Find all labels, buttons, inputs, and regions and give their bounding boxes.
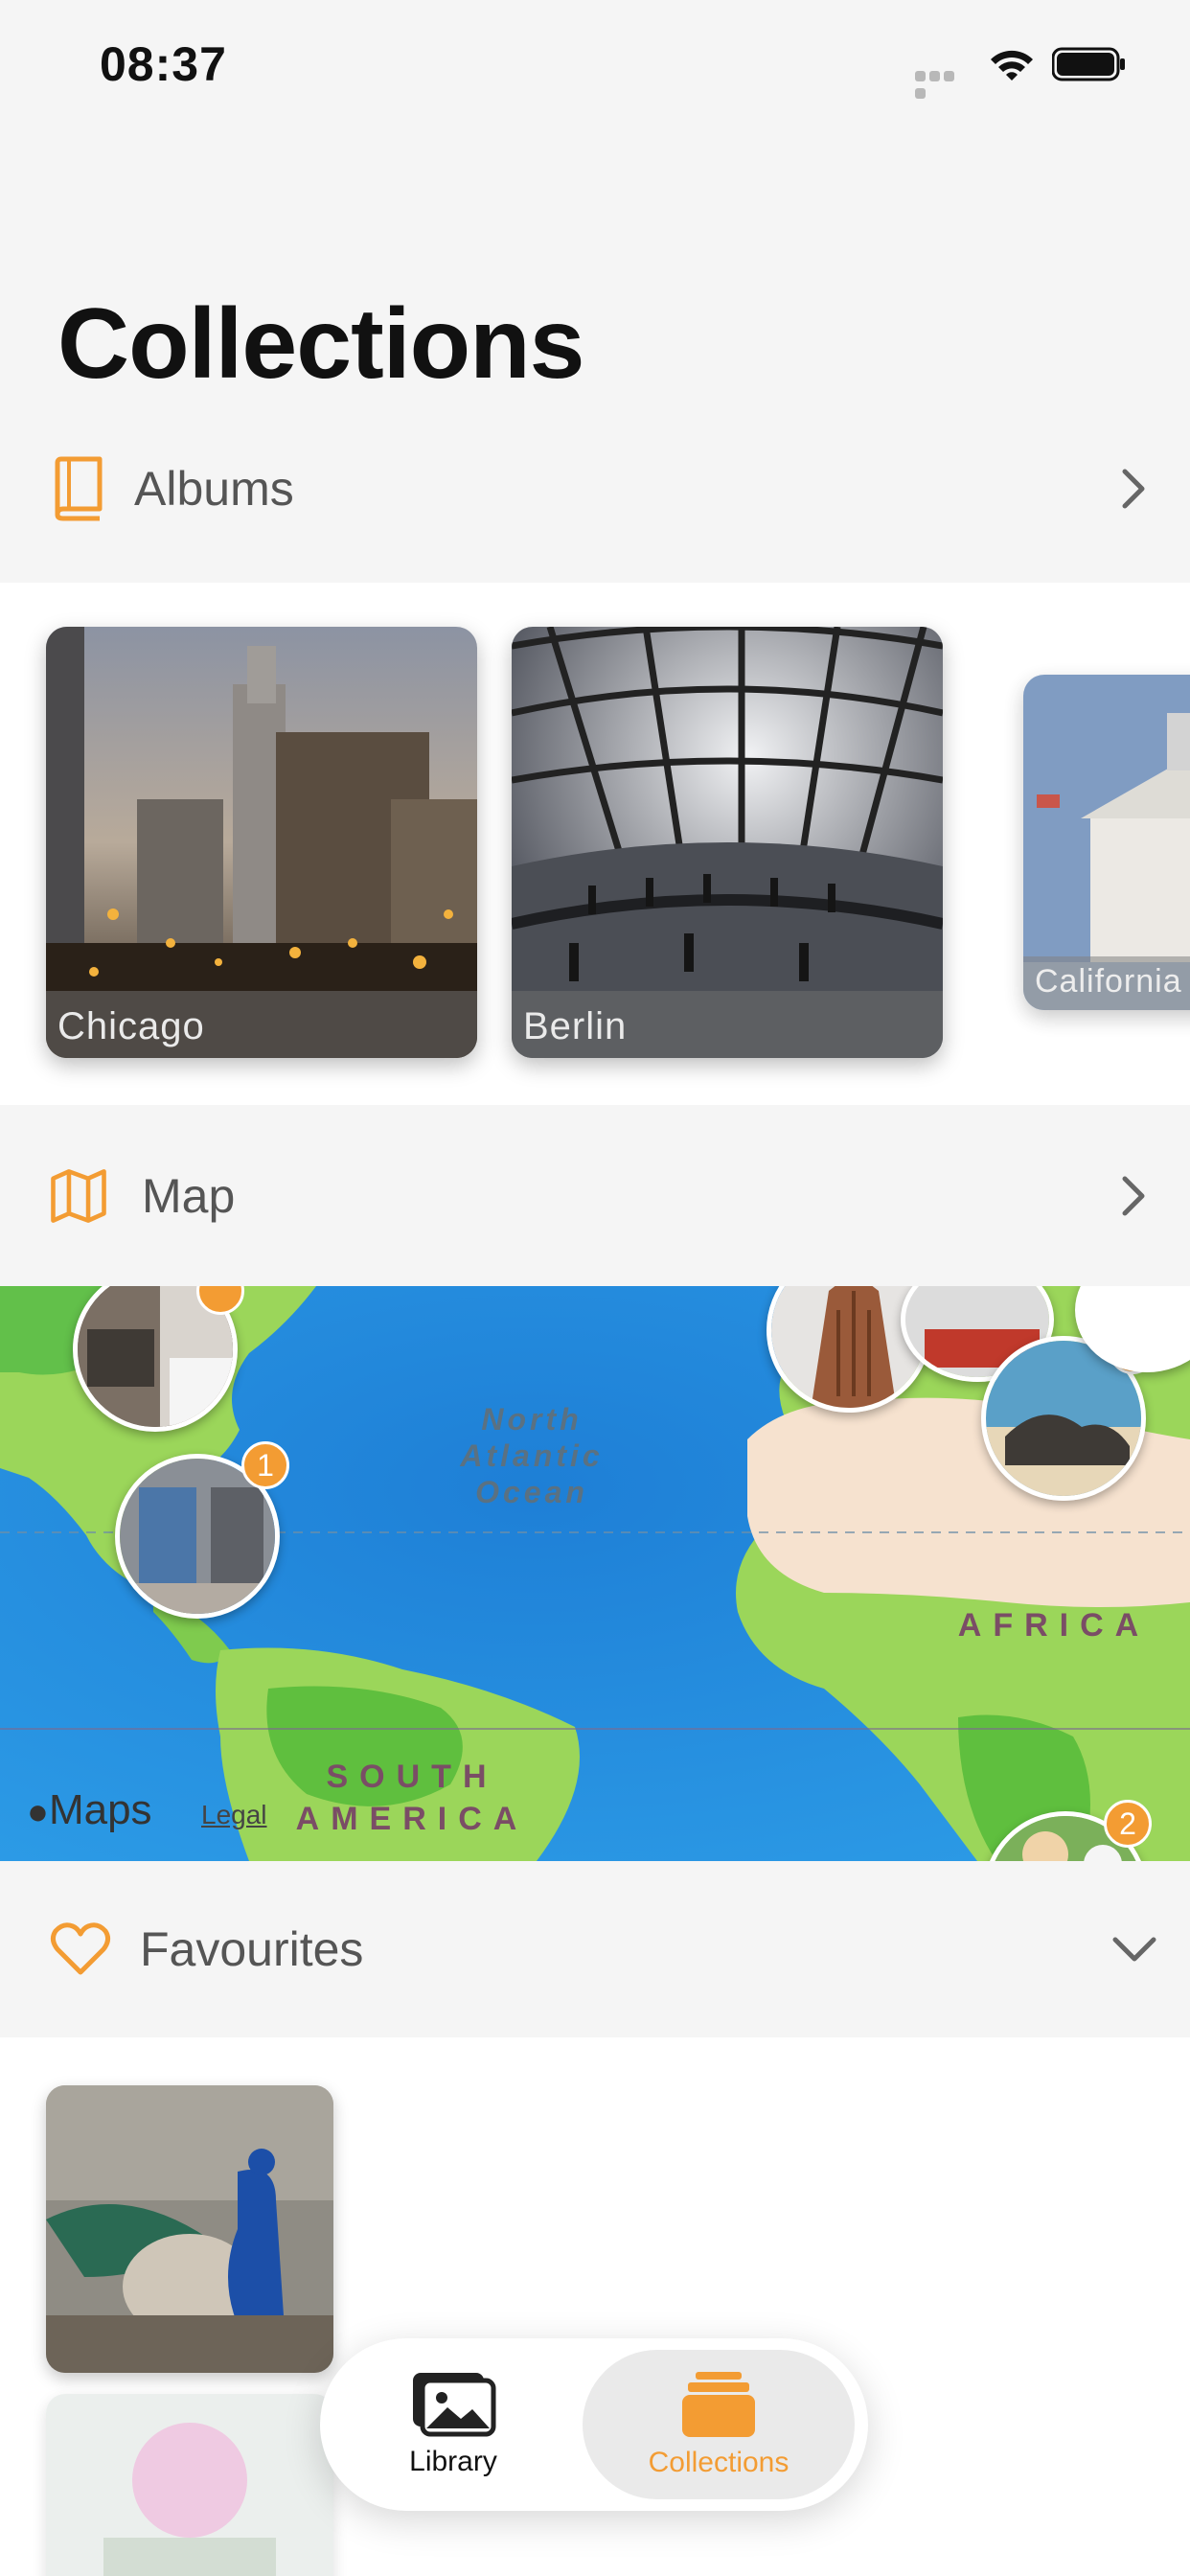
favourite-photo[interactable] (46, 2085, 333, 2373)
tab-library[interactable]: Library (333, 2350, 573, 2499)
apple-logo-icon: ● (27, 1792, 49, 1832)
photos-library-icon (413, 2373, 496, 2437)
albums-label: Albums (134, 462, 294, 516)
status-bar: 08:37 (0, 0, 1190, 134)
ocean-label: North Atlantic Ocean (460, 1402, 604, 1509)
map-label: Map (142, 1169, 236, 1223)
map-icon (51, 1169, 106, 1223)
albums-section-header[interactable]: Albums (0, 422, 1190, 556)
heart-icon (50, 1922, 111, 1975)
map-section-header[interactable]: Map (0, 1129, 1190, 1263)
chevron-right-icon[interactable] (1113, 1173, 1152, 1219)
battery-icon (1052, 47, 1125, 81)
photo-count-badge: 2 (1104, 1800, 1152, 1848)
africa-label: AFRICA (957, 1607, 1151, 1644)
album-title: California (1035, 963, 1182, 1000)
tab-bar: Library Collections (320, 2338, 868, 2511)
cellular-signal-icon (915, 69, 971, 99)
wifi-icon (991, 50, 1033, 80)
favourites-section-header[interactable]: Favourites (0, 1882, 1190, 2016)
album-title: Berlin (523, 1005, 628, 1047)
chevron-right-icon[interactable] (1113, 466, 1152, 512)
album-card-california[interactable]: California (1023, 675, 1190, 1010)
legal-link[interactable]: Legal (201, 1800, 267, 1830)
favourites-label: Favourites (140, 1922, 364, 1976)
tab-collections[interactable]: Collections (583, 2350, 855, 2499)
tab-library-label: Library (409, 2446, 497, 2477)
album-title: Chicago (57, 1005, 205, 1047)
collections-stack-icon (682, 2372, 755, 2437)
chevron-down-icon[interactable] (1110, 1930, 1159, 1968)
map-view[interactable]: North Atlantic Ocean AFRICA SOUTH AMERIC… (0, 1286, 1190, 1861)
album-card-berlin[interactable]: Berlin (512, 627, 943, 1058)
favourite-photo[interactable] (46, 2394, 333, 2576)
south-america-label: SOUTH AMERICA (295, 1759, 529, 1837)
book-icon (55, 456, 103, 521)
apple-maps-logo: ●Maps (27, 1786, 152, 1833)
page-title: Collections (57, 288, 585, 400)
albums-carousel[interactable]: Chicago Berlin California (0, 583, 1190, 1105)
tab-collections-label: Collections (648, 2447, 790, 2478)
photo-count-badge: 1 (241, 1441, 289, 1489)
album-card-chicago[interactable]: Chicago (46, 627, 477, 1058)
status-time: 08:37 (100, 37, 227, 91)
